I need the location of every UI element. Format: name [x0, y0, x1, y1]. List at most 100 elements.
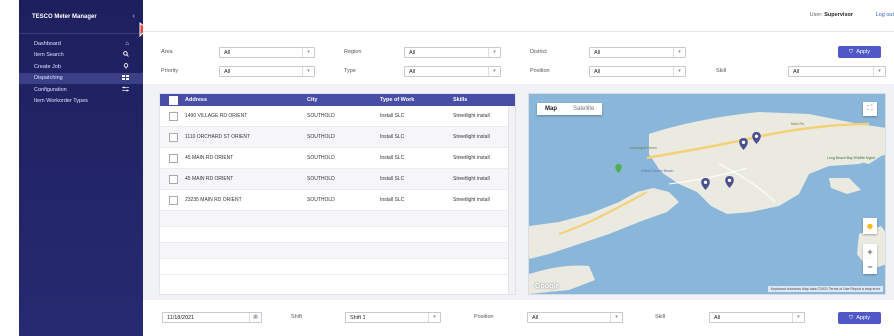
region-select[interactable]: All ▾ — [404, 47, 501, 58]
chevron-down-icon: ▾ — [488, 48, 500, 57]
cell-city: SOUTHOLD — [307, 113, 335, 119]
empty-row — [160, 211, 515, 227]
bulb-icon — [123, 62, 129, 71]
skill-select[interactable]: All ▾ — [788, 66, 886, 77]
place-pin-icon[interactable] — [615, 164, 622, 173]
cell-city: SOUTHOLD — [307, 176, 335, 182]
filter-icon: ⛉ — [849, 48, 854, 55]
sidebar-item-label: Create Job — [34, 63, 61, 70]
map-tab-satellite[interactable]: Satellite — [565, 103, 602, 115]
table-scrollbar[interactable] — [508, 106, 515, 294]
zoom-in-button[interactable]: + — [863, 244, 877, 259]
apply-filters-button[interactable]: ⛉ Apply — [838, 46, 881, 58]
zoom-out-button[interactable]: − — [863, 259, 877, 274]
bottom-skill-select[interactable]: All ▾ — [709, 312, 805, 323]
home-icon: ⌂ — [125, 40, 129, 47]
chevron-down-icon: ▾ — [873, 67, 885, 76]
cell-address: 45 MAIN RD ORIENT — [185, 155, 234, 161]
fullscreen-icon[interactable]: ⛶ — [863, 102, 877, 116]
cell-type: Install SLC — [380, 155, 405, 161]
row-checkbox[interactable] — [169, 153, 178, 163]
date-input[interactable]: 11/18/2021 ▦ — [162, 312, 262, 323]
sidebar-item-configuration[interactable]: Configuration — [19, 84, 143, 96]
bottom-position-label: Position — [474, 314, 494, 320]
sidebar-item-dispatching[interactable]: Dispatching — [19, 72, 143, 84]
column-type-of-work[interactable]: Type of Work — [380, 97, 453, 103]
table-row[interactable]: 23235 MAIN RD ORIENT SOUTHOLD Install SLC S… — [160, 190, 515, 211]
app-title: TESCO Meter Manager — [32, 13, 97, 20]
cell-address: 1490 VILLAGE RD ORIENT — [185, 113, 248, 119]
map-attribution[interactable]: Keyboard shortcuts Map data ©2021 Terms … — [767, 286, 883, 292]
dispatch-apply-button[interactable]: ⛉ Apply — [838, 312, 881, 324]
chevron-down-icon: ▾ — [302, 48, 314, 57]
map-label-road: Main Rd — [791, 122, 805, 126]
map-canvas[interactable] — [529, 94, 886, 295]
district-value: All — [594, 50, 601, 56]
map-view[interactable]: Cutchogue Farms Orient County Beach Main… — [528, 93, 886, 295]
row-checkbox[interactable] — [169, 111, 178, 121]
select-all-checkbox[interactable] — [169, 95, 178, 105]
user-name: Supervisor — [824, 12, 853, 18]
bottom-position-select[interactable]: All ▾ — [527, 312, 623, 323]
table-row[interactable]: 45 MAIN RD ORIENT SOUTHOLD Install SLC Stre… — [160, 169, 515, 190]
shift-value: Shift 1 — [350, 315, 366, 321]
calendar-icon[interactable]: ▦ — [249, 313, 261, 322]
map-tab-map[interactable]: Map — [537, 103, 565, 115]
district-select[interactable]: All ▾ — [589, 47, 686, 58]
chevron-down-icon: ▾ — [673, 48, 685, 57]
collapse-sidebar-icon[interactable]: ‹ — [133, 13, 135, 20]
district-label: District — [530, 49, 547, 55]
map-marker-icon[interactable] — [725, 176, 734, 188]
row-checkbox[interactable] — [169, 195, 178, 205]
skill-label: Skill — [716, 68, 727, 74]
map-type-toggle[interactable]: Map Satellite — [537, 103, 603, 115]
map-marker-icon[interactable] — [701, 178, 710, 190]
bottom-skill-value: All — [714, 315, 721, 321]
shift-select[interactable]: Shift 1 ▾ — [345, 312, 441, 323]
app-title-bar: TESCO Meter Manager ‹ — [19, 0, 143, 34]
empty-row — [160, 227, 515, 243]
table-row[interactable]: 1110 ORCHARD ST ORIENT SOUTHOLD Install SL… — [160, 127, 515, 148]
sidebar-item-label: Dashboard — [34, 40, 61, 47]
chevron-down-icon: ▾ — [610, 313, 622, 322]
sidebar-item-item-search[interactable]: Item Search — [19, 50, 143, 62]
column-skills[interactable]: Skills — [453, 97, 509, 104]
sidebar-item-workorder-types[interactable]: Item Workorder Types — [19, 96, 143, 108]
priority-value: All — [224, 69, 231, 75]
area-select[interactable]: All ▾ — [219, 47, 315, 58]
column-address[interactable]: Address — [185, 97, 307, 103]
apply-label: Apply — [856, 49, 870, 55]
map-marker-icon[interactable] — [752, 132, 761, 144]
cell-type: Install SLC — [380, 197, 405, 203]
user-label: User: — [809, 12, 823, 18]
filter-icon: ⛉ — [849, 314, 854, 321]
map-marker-icon[interactable] — [739, 138, 748, 150]
chevron-down-icon: ▾ — [673, 67, 685, 76]
logout-link[interactable]: Log out — [876, 12, 894, 18]
table-header: Address City Type of Work Skills — [160, 94, 515, 106]
filter-panel: Area All ▾ Region All ▾ District All ▾ ⛉ App… — [143, 32, 894, 84]
pegman-icon[interactable]: ☻ — [863, 218, 877, 234]
row-checkbox[interactable] — [169, 174, 178, 184]
chevron-down-icon: ▾ — [792, 313, 804, 322]
chevron-down-icon: ▾ — [428, 313, 440, 322]
cell-skills: Streetlight install — [453, 154, 490, 161]
cell-city: SOUTHOLD — [307, 134, 335, 140]
cell-type: Install SLC — [380, 134, 405, 140]
cell-skills: Streetlight install — [453, 112, 490, 119]
position-label: Position — [530, 68, 550, 74]
column-city[interactable]: City — [307, 97, 380, 103]
table-row[interactable]: 45 MAIN RD ORIENT SOUTHOLD Install SLC Stre… — [160, 148, 515, 169]
position-select[interactable]: All ▾ — [589, 66, 686, 77]
cell-type: Install SLC — [380, 113, 405, 119]
type-select[interactable]: All ▾ — [404, 66, 501, 77]
bottom-skill-label: Skill — [655, 314, 666, 320]
map-label-longbeach: Long Beach Bay Wildlife Mgmt — [827, 156, 875, 160]
row-checkbox[interactable] — [169, 132, 178, 142]
priority-select[interactable]: All ▾ — [219, 66, 315, 77]
cell-address: 1110 ORCHARD ST ORIENT — [185, 134, 251, 140]
sidebar-item-dashboard[interactable]: Dashboard ⌂ — [19, 38, 143, 50]
sidebar-item-create-job[interactable]: Create Job — [19, 61, 143, 73]
area-value: All — [224, 50, 231, 56]
table-row[interactable]: 1490 VILLAGE RD ORIENT SOUTHOLD Install SL… — [160, 106, 515, 127]
